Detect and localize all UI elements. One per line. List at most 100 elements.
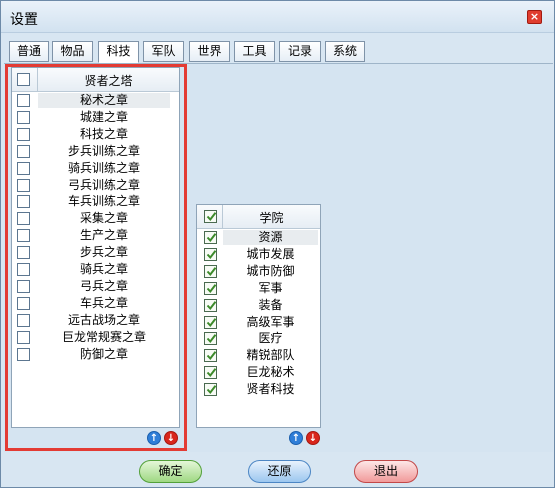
close-button[interactable]: × [527, 10, 542, 24]
item-checkbox[interactable] [17, 212, 30, 226]
list-item[interactable]: 采集之章 [12, 210, 179, 227]
tab-system[interactable]: 系统 [325, 41, 365, 62]
check-icon [206, 212, 217, 222]
move-down-button[interactable]: ↓ [306, 431, 320, 445]
settings-window: 设置 × 普通 物品 科技 军队 世界 工具 记录 系统 贤者之塔 秘术之章 城建… [0, 0, 555, 488]
item-checkbox[interactable] [17, 313, 30, 327]
item-checkbox[interactable] [204, 247, 217, 261]
list-item[interactable]: 巨龙常规赛之章 [12, 329, 179, 346]
list-item[interactable]: 步兵训练之章 [12, 143, 179, 160]
list-item-label: 医疗 [258, 331, 283, 346]
arrow-up-icon: ↑ [291, 433, 301, 444]
reset-button[interactable]: 还原 [248, 460, 311, 483]
list-item-label: 贤者科技 [246, 382, 295, 397]
tab-tools[interactable]: 工具 [234, 41, 275, 62]
item-checkbox[interactable] [17, 279, 30, 293]
check-icon [206, 300, 217, 310]
item-checkbox[interactable] [204, 366, 217, 380]
list-item-label: 车兵之章 [79, 295, 128, 310]
list-item[interactable]: 资源 [197, 229, 320, 246]
list-item[interactable]: 医疗 [197, 330, 320, 347]
check-icon [206, 351, 217, 361]
item-checkbox[interactable] [17, 347, 30, 361]
list-item[interactable]: 高级军事 [197, 314, 320, 331]
list-item[interactable]: 贤者科技 [197, 381, 320, 398]
title-bar[interactable]: 设置 × [1, 1, 554, 33]
item-checkbox[interactable] [204, 332, 217, 346]
item-checkbox[interactable] [17, 127, 30, 141]
item-checkbox[interactable] [204, 349, 217, 363]
list-item-label: 城市防御 [246, 263, 295, 278]
tab-technology[interactable]: 科技 [98, 41, 139, 63]
item-checkbox[interactable] [17, 263, 30, 276]
exit-button[interactable]: 退出 [354, 460, 418, 483]
list-item[interactable]: 车兵训练之章 [12, 193, 179, 210]
list-item[interactable]: 军事 [197, 280, 320, 297]
list-item-label: 防御之章 [79, 346, 128, 361]
item-checkbox[interactable] [17, 229, 30, 243]
list-header: 学院 [197, 205, 320, 229]
list-item-label: 巨龙常规赛之章 [61, 329, 146, 344]
item-checkbox[interactable] [17, 110, 30, 124]
list-header-title: 学院 [259, 211, 284, 225]
check-icon [206, 250, 217, 259]
list-item-label: 装备 [258, 297, 283, 312]
item-checkbox[interactable] [17, 144, 30, 158]
ok-button[interactable]: 确定 [139, 460, 202, 483]
tab-world[interactable]: 世界 [189, 41, 230, 62]
list-item[interactable]: 骑兵训练之章 [12, 160, 179, 177]
item-checkbox[interactable] [204, 264, 217, 278]
academy-list[interactable]: 学院 资源 城市发展 城市防御军事 装备高级军事医疗精锐部队 巨龙秘术 贤者科技 [196, 204, 321, 428]
list-header: 贤者之塔 [12, 68, 179, 92]
list-item-label: 精锐部队 [246, 348, 295, 363]
list-item[interactable]: 步兵之章 [12, 244, 179, 261]
select-all-checkbox[interactable] [17, 73, 30, 86]
item-checkbox[interactable] [204, 315, 217, 329]
item-checkbox[interactable] [204, 383, 217, 397]
list-item[interactable]: 装备 [197, 297, 320, 314]
tab-records[interactable]: 记录 [279, 41, 321, 62]
item-checkbox[interactable] [17, 195, 30, 209]
item-checkbox[interactable] [17, 296, 30, 310]
tab-general[interactable]: 普通 [9, 41, 49, 62]
list-item[interactable]: 城市防御 [197, 263, 320, 280]
list-item[interactable]: 弓兵之章 [12, 278, 179, 295]
sage-tower-list[interactable]: 贤者之塔 秘术之章 城建之章 科技之章步兵训练之章 骑兵训练之章 弓兵训练之章 车兵训练之… [11, 67, 180, 428]
select-all-checkbox[interactable] [204, 210, 217, 223]
check-icon [206, 334, 217, 344]
list-item-label: 步兵之章 [79, 245, 128, 260]
list-item[interactable]: 骑兵之章 [12, 261, 179, 278]
list-item-label: 资源 [223, 230, 318, 245]
item-checkbox[interactable] [17, 246, 30, 260]
item-checkbox[interactable] [204, 231, 217, 244]
window-title: 设置 [10, 12, 38, 28]
item-checkbox[interactable] [204, 298, 217, 312]
tab-items[interactable]: 物品 [52, 41, 93, 62]
list-item-label: 骑兵之章 [79, 262, 128, 276]
item-checkbox[interactable] [204, 281, 217, 295]
list-item[interactable]: 车兵之章 [12, 295, 179, 312]
list-item[interactable]: 城市发展 [197, 246, 320, 263]
list-item-label: 高级军事 [246, 314, 295, 329]
list-item[interactable]: 城建之章 [12, 109, 179, 126]
item-checkbox[interactable] [17, 330, 30, 344]
list-item[interactable]: 科技之章 [12, 126, 179, 143]
move-up-button[interactable]: ↑ [289, 431, 303, 445]
check-icon [206, 233, 217, 243]
item-checkbox[interactable] [17, 178, 30, 192]
list-item-label: 科技之章 [79, 126, 128, 141]
move-down-button[interactable]: ↓ [164, 431, 178, 445]
move-up-button[interactable]: ↑ [147, 431, 161, 445]
list-header-title: 贤者之塔 [84, 74, 133, 88]
list-item[interactable]: 精锐部队 [197, 347, 320, 364]
item-checkbox[interactable] [17, 94, 30, 107]
list-item[interactable]: 秘术之章 [12, 92, 179, 109]
tab-army[interactable]: 军队 [143, 41, 184, 62]
arrow-down-icon: ↓ [308, 433, 318, 444]
list-item[interactable]: 巨龙秘术 [197, 364, 320, 381]
list-item[interactable]: 生产之章 [12, 227, 179, 244]
list-item[interactable]: 弓兵训练之章 [12, 177, 179, 194]
list-item[interactable]: 远古战场之章 [12, 312, 179, 329]
item-checkbox[interactable] [17, 161, 30, 175]
list-item[interactable]: 防御之章 [12, 346, 179, 363]
